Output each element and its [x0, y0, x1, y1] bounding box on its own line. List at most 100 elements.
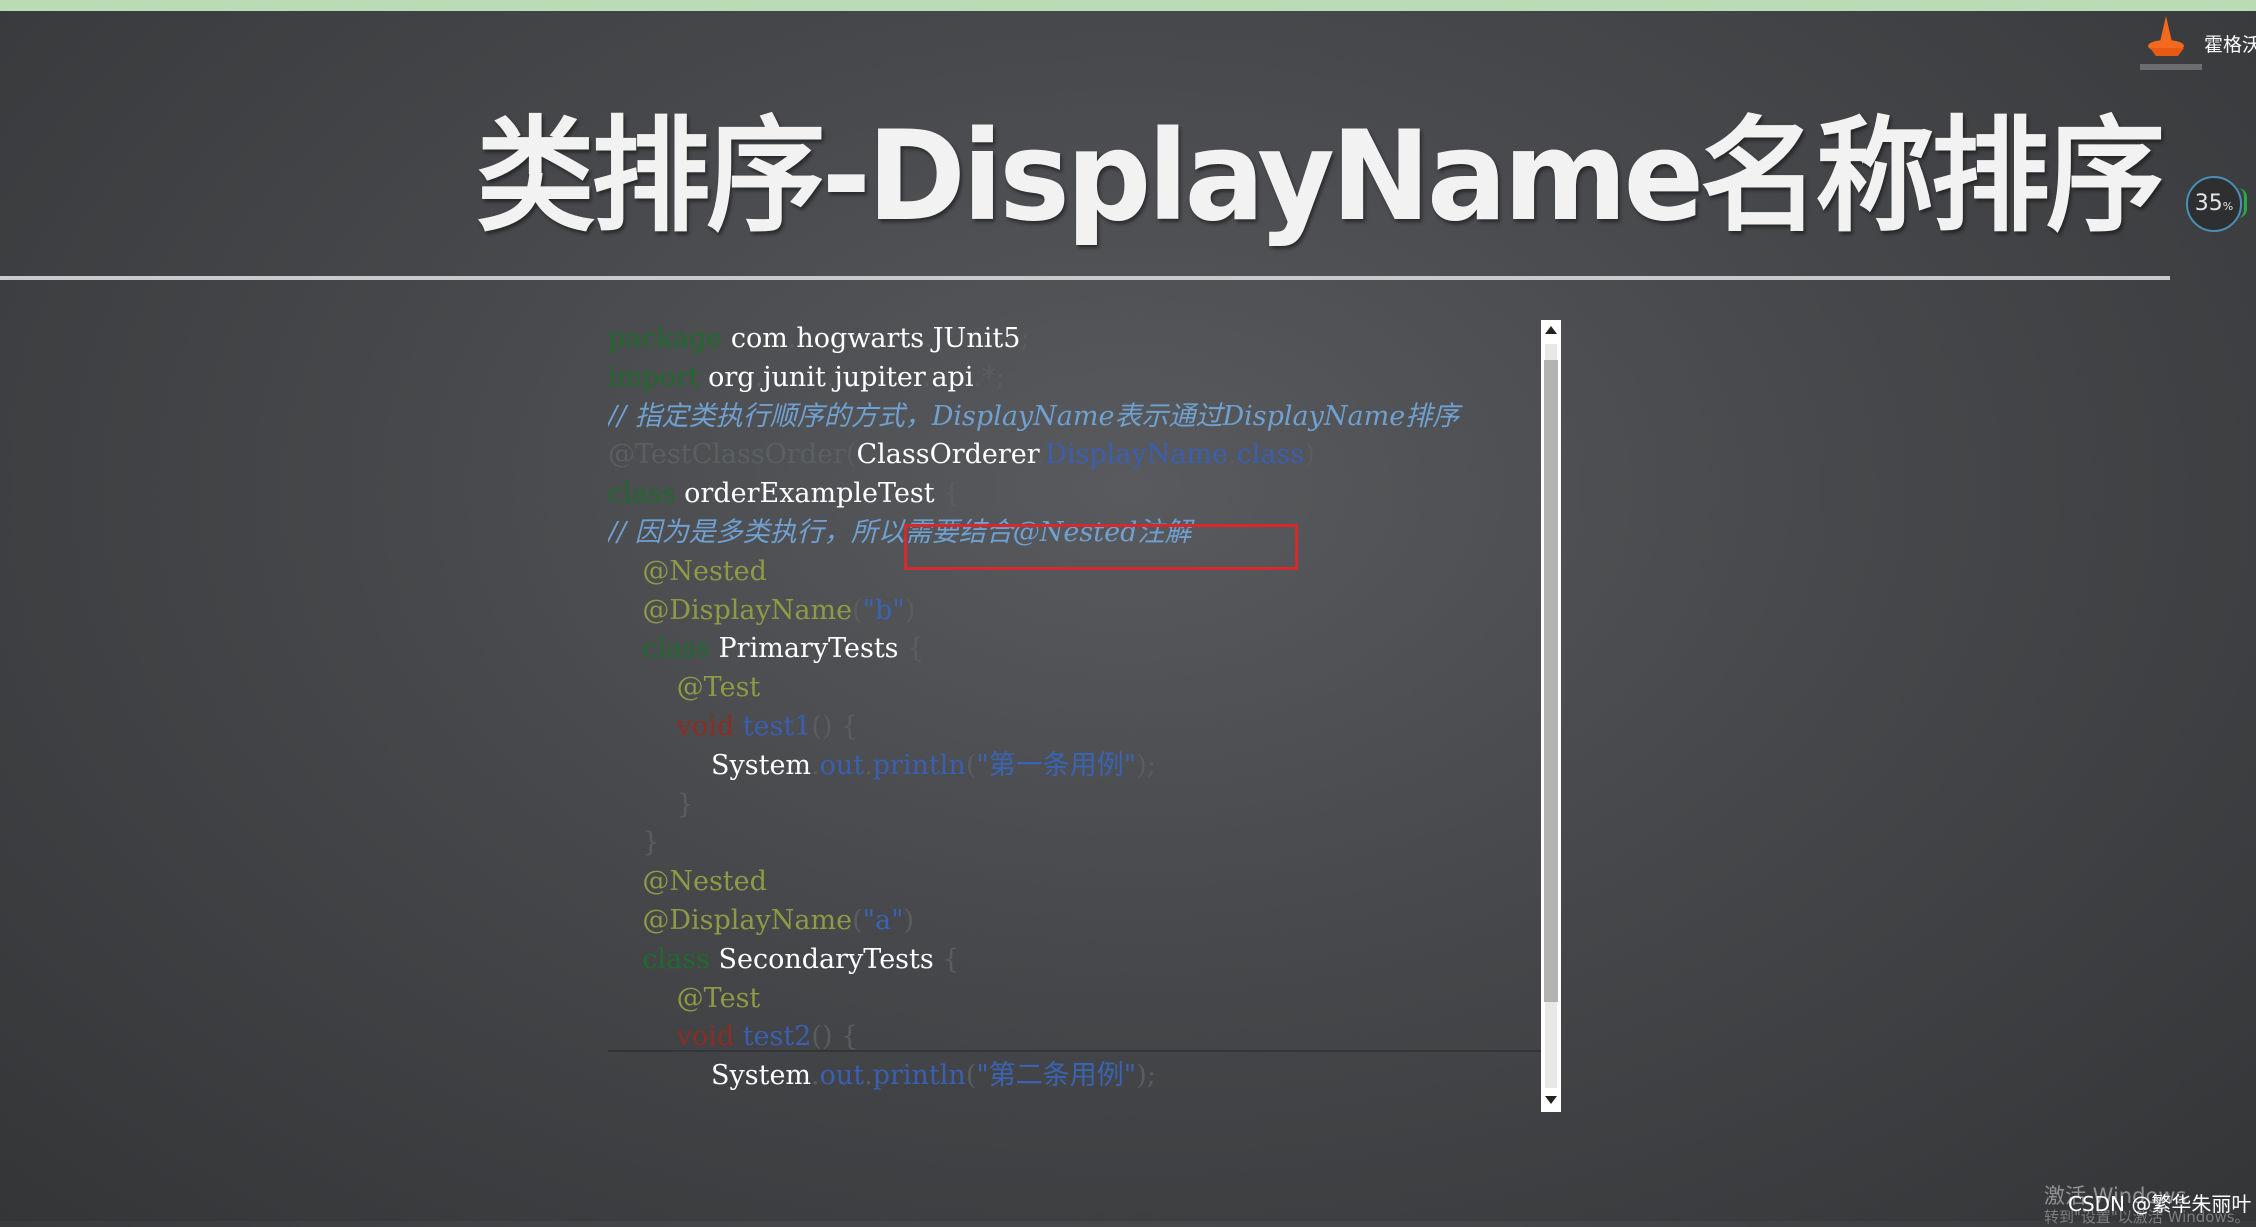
- code-token: SecondaryTests: [709, 943, 943, 975]
- code-token: ): [904, 594, 916, 626]
- code-token: PrimaryTests: [709, 633, 908, 665]
- code-token: {: [942, 943, 960, 975]
- code-token: .: [924, 323, 933, 354]
- code-token: .: [754, 361, 764, 393]
- code-token: System: [608, 749, 812, 781]
- code-panel[interactable]: package com.hogwarts.JUnit5; import org.j…: [608, 320, 1554, 1110]
- code-token: "a": [862, 904, 904, 936]
- code-token: .*;: [973, 361, 1005, 393]
- code-token: .: [1228, 439, 1237, 471]
- code-token: @DisplayName: [642, 904, 853, 936]
- code-token: jupiter: [834, 361, 923, 393]
- code-token: () {: [811, 1021, 859, 1053]
- code-token: .: [864, 1060, 873, 1092]
- code-token: class: [642, 633, 710, 665]
- code-token: class: [608, 478, 676, 510]
- scroll-down-arrow-icon[interactable]: [1545, 1096, 1557, 1104]
- code-token: {: [907, 633, 925, 665]
- code-line: void test1() {: [608, 708, 1554, 747]
- nested-annotation-highlight-box: [904, 524, 1298, 570]
- progress-value: 35: [2194, 191, 2223, 216]
- code-token: org: [699, 361, 755, 393]
- code-fold-line: [608, 1050, 1554, 1052]
- code-token: }: [676, 788, 694, 820]
- code-token: ): [903, 904, 915, 936]
- code-token: class: [642, 943, 710, 975]
- code-token: );: [1136, 749, 1156, 781]
- code-token: @Test: [676, 982, 761, 1014]
- code-line: System.out.println("第二条用例");: [608, 1057, 1554, 1096]
- code-token: .: [811, 749, 820, 781]
- code-line: class SecondaryTests {: [608, 941, 1554, 980]
- code-token: (: [965, 749, 977, 781]
- slide-title: 类排序-DisplayName名称排序: [476, 105, 2165, 249]
- code-token: (: [965, 1060, 977, 1092]
- code-line: System.out.println("第一条用例");: [608, 747, 1554, 786]
- code-token: "b": [862, 594, 905, 626]
- code-token: ): [1304, 439, 1315, 471]
- title-divider: [0, 276, 2170, 280]
- code-line: // 指定类执行顺序的方式，DisplayName表示通过DisplayName…: [608, 398, 1554, 437]
- code-line: }: [608, 786, 1554, 825]
- code-token: package: [608, 323, 723, 354]
- code-token: .: [1036, 439, 1046, 471]
- code-token: (: [845, 439, 857, 471]
- code-token: println: [872, 1060, 966, 1092]
- code-token: com: [722, 323, 788, 354]
- code-token: (: [852, 594, 863, 626]
- code-token: @Nested: [642, 866, 767, 898]
- code-token: ;: [1020, 323, 1030, 354]
- code-token: DisplayName: [1045, 439, 1229, 471]
- code-line: import org.junit.jupiter.api.*;: [608, 359, 1554, 398]
- code-scrollbar[interactable]: [1541, 320, 1561, 1112]
- code-token: println: [872, 749, 966, 781]
- code-token: .: [811, 1060, 820, 1092]
- brand-tagline-bar: [2140, 64, 2202, 70]
- progress-indicator[interactable]: 35%: [2186, 176, 2242, 232]
- code-token: import: [608, 361, 700, 393]
- code-token: void: [676, 1021, 735, 1053]
- code-line: @Test: [608, 980, 1554, 1019]
- code-token: test2: [734, 1021, 812, 1053]
- code-token: @TestClassOrder: [608, 439, 846, 471]
- code-token: out: [819, 749, 865, 781]
- code-token: .: [864, 749, 873, 781]
- code-token: (: [852, 904, 863, 936]
- code-token: orderExampleTest: [675, 478, 944, 510]
- code-token: hogwarts: [796, 323, 925, 354]
- code-token: void: [676, 710, 735, 742]
- code-token: JUnit5: [932, 323, 1021, 354]
- code-line: package com.hogwarts.JUnit5;: [608, 320, 1554, 359]
- code-line: class PrimaryTests {: [608, 630, 1554, 669]
- progress-arc-icon: [2238, 188, 2247, 218]
- brand-name: 霍格沃: [2204, 34, 2256, 56]
- code-token: test1: [734, 710, 812, 742]
- code-line: @Nested: [608, 863, 1554, 902]
- progress-unit: %: [2222, 200, 2234, 213]
- code-token: );: [1136, 1060, 1156, 1092]
- scroll-up-arrow-icon[interactable]: [1545, 326, 1557, 334]
- scroll-thumb[interactable]: [1544, 360, 1558, 1002]
- code-token: }: [642, 827, 660, 859]
- code-token: "第二条用例": [976, 1060, 1137, 1092]
- code-token: class: [1236, 439, 1305, 471]
- code-line: class orderExampleTest {: [608, 475, 1554, 514]
- code-line: @Test: [608, 669, 1554, 708]
- code-token: // 指定类执行顺序的方式，DisplayName表示通过DisplayName…: [608, 400, 1460, 432]
- code-line: @DisplayName("b"): [608, 592, 1554, 631]
- code-token: @Nested: [642, 555, 767, 587]
- code-line: @DisplayName("a"): [608, 902, 1554, 941]
- top-green-strip: [0, 0, 2256, 11]
- code-token: @DisplayName: [642, 594, 853, 626]
